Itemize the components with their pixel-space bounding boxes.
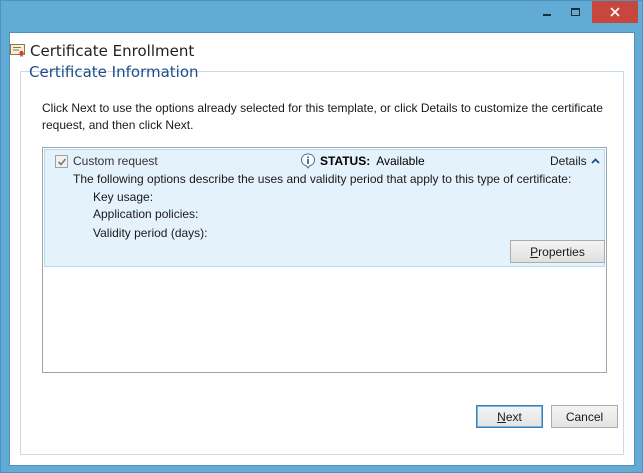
status-label: STATUS: bbox=[320, 154, 371, 168]
minimize-button[interactable] bbox=[534, 1, 560, 23]
checkmark-icon bbox=[57, 157, 66, 166]
certificate-list[interactable]: Custom request STATUS: Available Details… bbox=[42, 147, 607, 373]
validity-period-label: Validity period (days): bbox=[93, 226, 208, 240]
certificate-icon bbox=[10, 44, 25, 57]
application-policies-label: Application policies: bbox=[93, 207, 199, 221]
maximize-icon bbox=[570, 8, 580, 16]
window-title: Certificate Enrollment bbox=[30, 42, 195, 60]
details-label: Details bbox=[550, 154, 587, 168]
chevron-up-icon bbox=[591, 158, 600, 164]
minimize-icon bbox=[543, 14, 551, 16]
certificate-description: The following options describe the uses … bbox=[73, 172, 572, 186]
properties-button[interactable]: Properties bbox=[510, 240, 605, 263]
custom-request-checkbox[interactable] bbox=[55, 155, 68, 168]
title-bar[interactable] bbox=[1, 1, 642, 31]
close-button[interactable] bbox=[592, 1, 638, 23]
certificate-enrollment-window: Certificate Enrollment Certificate Infor… bbox=[0, 0, 643, 473]
info-icon bbox=[300, 153, 316, 169]
maximize-button[interactable] bbox=[562, 1, 588, 23]
section-title: Certificate Information bbox=[29, 63, 199, 81]
key-usage-label: Key usage: bbox=[93, 190, 154, 204]
close-icon bbox=[610, 7, 620, 17]
cancel-button[interactable]: Cancel bbox=[551, 405, 618, 428]
status-value: Available bbox=[376, 154, 425, 168]
next-button[interactable]: Next bbox=[476, 405, 543, 428]
certificate-list-item[interactable]: Custom request STATUS: Available Details… bbox=[44, 149, 605, 267]
details-toggle[interactable]: Details bbox=[550, 154, 600, 168]
instructions-text: Click Next to use the options already se… bbox=[42, 101, 603, 132]
certificate-name: Custom request bbox=[73, 154, 158, 168]
status-indicator: STATUS: Available bbox=[300, 153, 425, 169]
